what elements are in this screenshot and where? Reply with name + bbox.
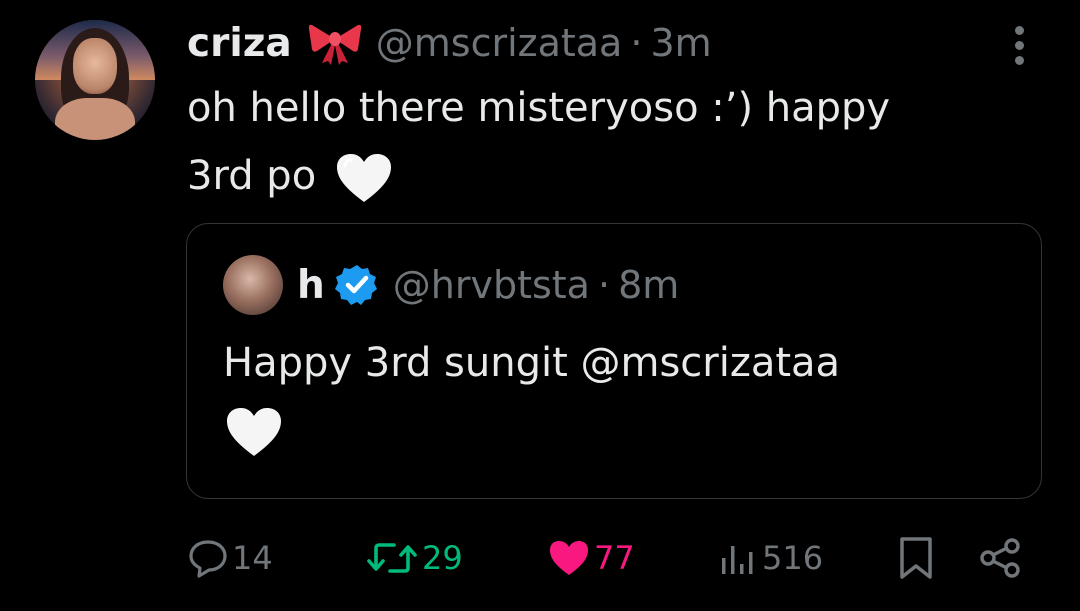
retweet-count: 29 <box>422 539 463 577</box>
reply-icon <box>188 538 228 578</box>
tweet-text-line2: 3rd po <box>187 153 317 199</box>
quoted-tweet[interactable]: h @hrvbtsta · 8m Happy 3rd sungit @mscri… <box>186 223 1042 499</box>
tweet-text: oh hello there misteryoso :’) happy 3rd … <box>187 74 1017 210</box>
views-icon <box>718 538 758 578</box>
quoted-author-avatar[interactable] <box>223 255 283 315</box>
heart-icon <box>548 538 590 578</box>
author-handle[interactable]: @mscrizataa <box>376 21 623 65</box>
tweet-header: criza @mscrizataa · 3m <box>187 14 712 72</box>
white-heart-icon <box>225 406 283 458</box>
quoted-author-handle[interactable]: @hrvbtsta <box>393 263 590 307</box>
share-button[interactable] <box>978 528 1022 588</box>
tweet: criza @mscrizataa · 3m oh hello there mi… <box>0 0 1080 611</box>
retweet-icon <box>366 538 418 578</box>
bookmark-icon <box>898 536 934 580</box>
author-name[interactable]: criza <box>187 21 292 66</box>
bookmark-button[interactable] <box>898 528 934 588</box>
retweet-button[interactable]: 29 <box>366 528 463 588</box>
quoted-tweet-text: Happy 3rd sungit @mscrizataa <box>223 340 841 386</box>
tweet-text-line1: oh hello there misteryoso :’) happy <box>187 85 891 131</box>
share-icon <box>978 536 1022 580</box>
author-avatar[interactable] <box>35 20 155 140</box>
like-button[interactable]: 77 <box>548 528 635 588</box>
reply-button[interactable]: 14 <box>188 528 273 588</box>
action-bar: 14 29 77 516 <box>188 528 1038 588</box>
like-count: 77 <box>594 539 635 577</box>
ribbon-icon <box>306 21 364 65</box>
tweet-timestamp[interactable]: 3m <box>650 21 711 65</box>
more-options-icon[interactable] <box>1006 26 1032 66</box>
quoted-tweet-timestamp[interactable]: 8m <box>618 263 679 307</box>
views-button[interactable]: 516 <box>718 528 823 588</box>
views-count: 516 <box>762 539 824 577</box>
quoted-tweet-header: h @hrvbtsta · 8m <box>297 257 679 313</box>
white-heart-icon <box>335 152 393 204</box>
verified-badge-icon <box>334 263 379 307</box>
quoted-author-name[interactable]: h <box>297 263 325 308</box>
reply-count: 14 <box>232 539 273 577</box>
separator-dot: · <box>630 21 643 65</box>
separator-dot: · <box>597 263 611 307</box>
